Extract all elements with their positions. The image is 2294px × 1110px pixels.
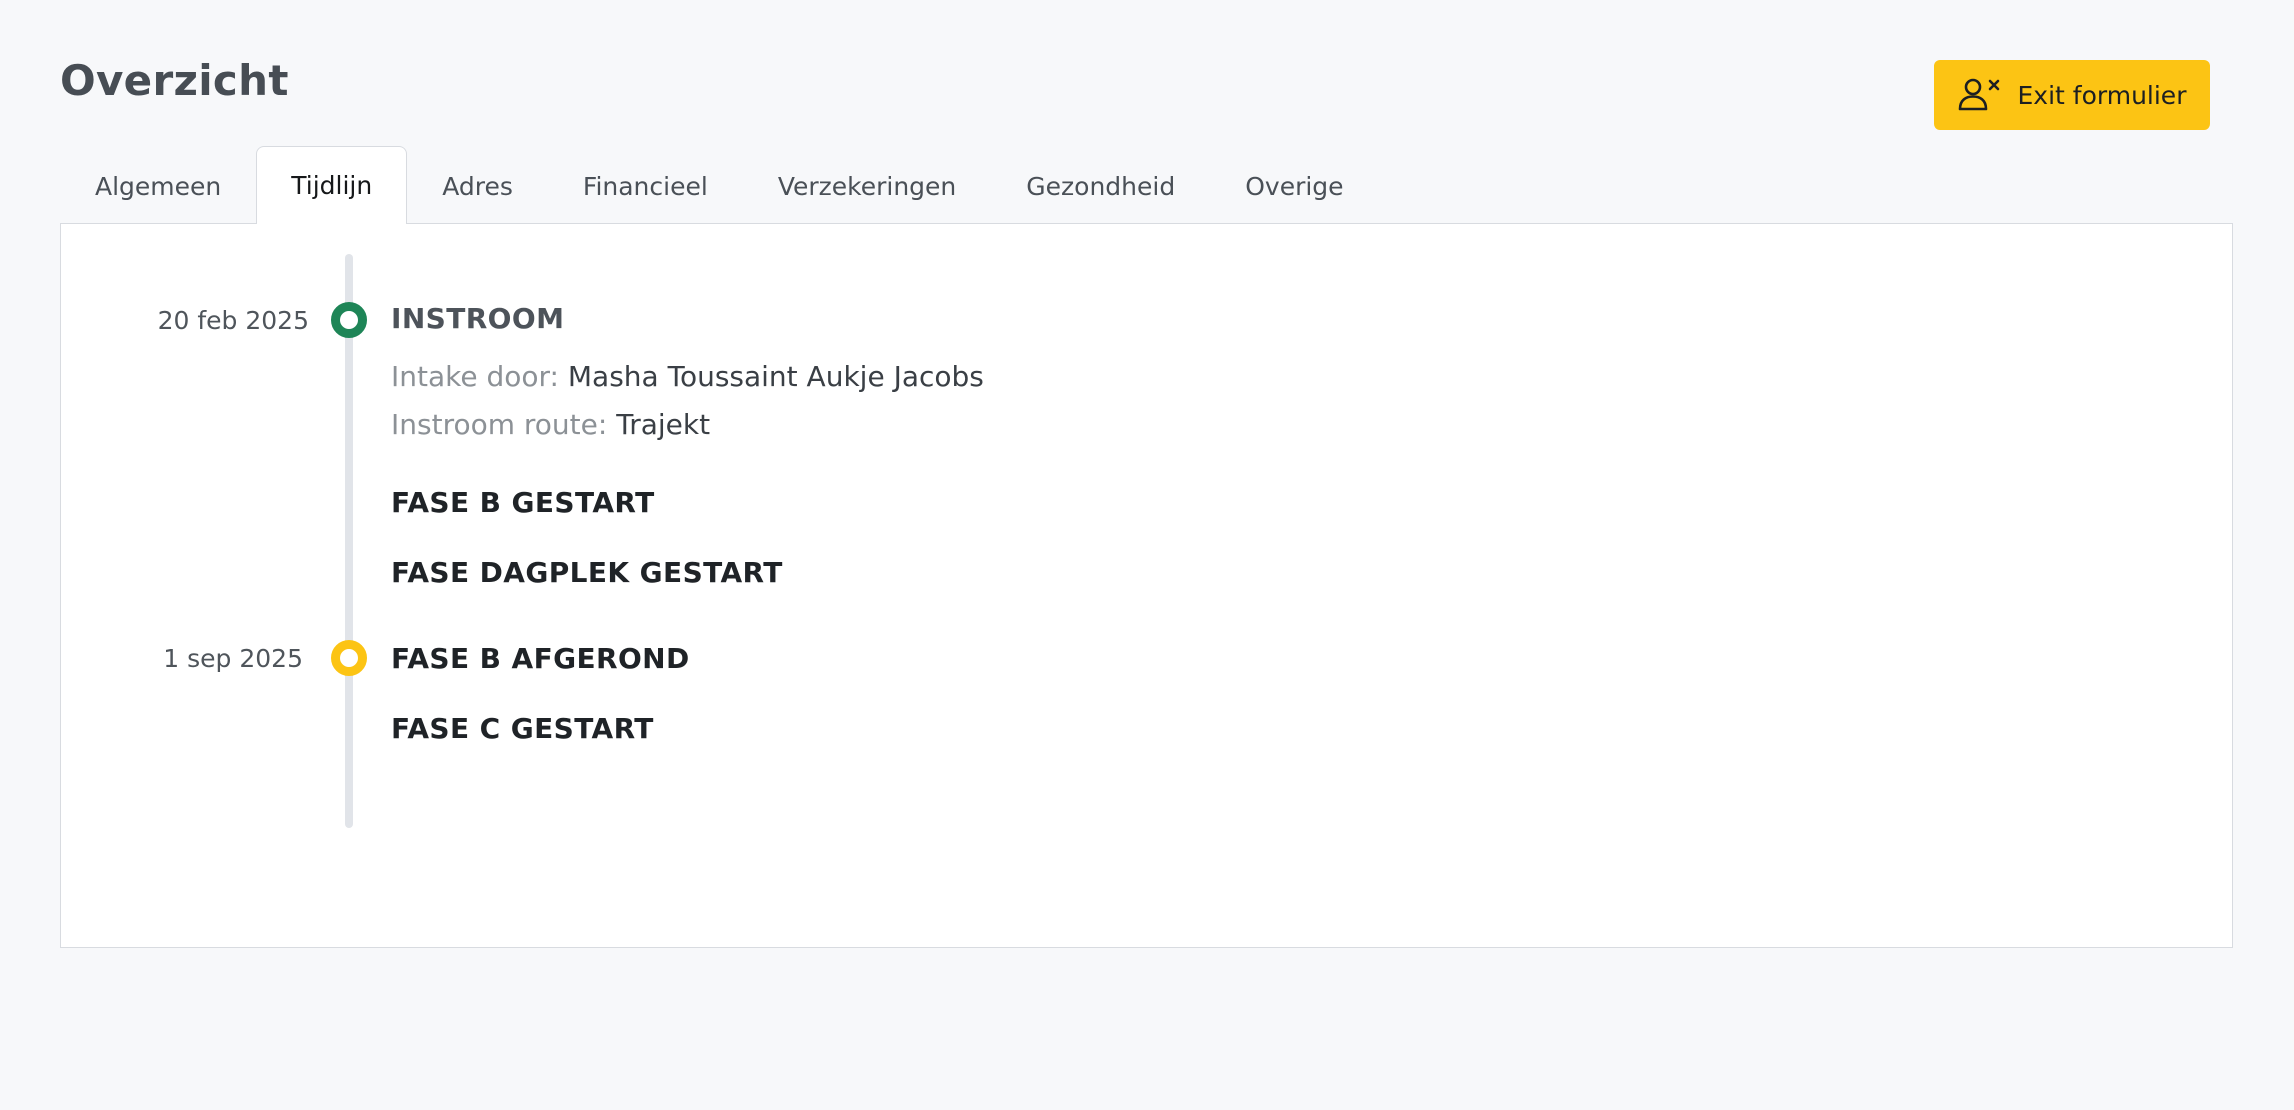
tab-adres[interactable]: Adres (407, 148, 548, 224)
detail-label: Intake door: (391, 360, 559, 393)
detail-label: Instroom route: (391, 408, 608, 441)
timeline-dot-completed (331, 302, 367, 338)
tab-gezondheid[interactable]: Gezondheid (991, 148, 1210, 224)
event-title: FASE DAGPLEK GESTART (391, 556, 783, 589)
tab-algemeen[interactable]: Algemeen (60, 148, 256, 224)
tab-tijdlijn[interactable]: Tijdlijn (256, 146, 408, 224)
exit-form-label: Exit formulier (2017, 80, 2187, 110)
event-detail-intake: Intake door: Masha Toussaint Aukje Jacob… (391, 360, 984, 393)
user-remove-icon (1958, 78, 2002, 112)
tab-overige[interactable]: Overige (1210, 148, 1378, 224)
timeline-panel: 20 feb 2025 INSTROOM Intake door: Masha … (60, 223, 2233, 948)
exit-form-button[interactable]: Exit formulier (1934, 60, 2210, 130)
event-detail-route: Instroom route: Trajekt (391, 408, 710, 441)
event-title: FASE B GESTART (391, 486, 655, 519)
tab-verzekeringen[interactable]: Verzekeringen (743, 148, 991, 224)
timeline-track (345, 254, 353, 828)
event-title: FASE C GESTART (391, 712, 654, 745)
tab-financieel[interactable]: Financieel (548, 148, 743, 224)
tab-bar: Algemeen Tijdlijn Adres Financieel Verze… (60, 146, 1379, 224)
timeline-date: 1 sep 2025 (163, 644, 303, 673)
page-title: Overzicht (60, 56, 289, 105)
detail-value: Trajekt (616, 408, 711, 441)
timeline-dot-pending (331, 640, 367, 676)
event-title: FASE B AFGEROND (391, 642, 690, 675)
timeline-date: 20 feb 2025 (157, 306, 309, 335)
event-title: INSTROOM (391, 302, 565, 335)
detail-value: Masha Toussaint Aukje Jacobs (567, 360, 984, 393)
